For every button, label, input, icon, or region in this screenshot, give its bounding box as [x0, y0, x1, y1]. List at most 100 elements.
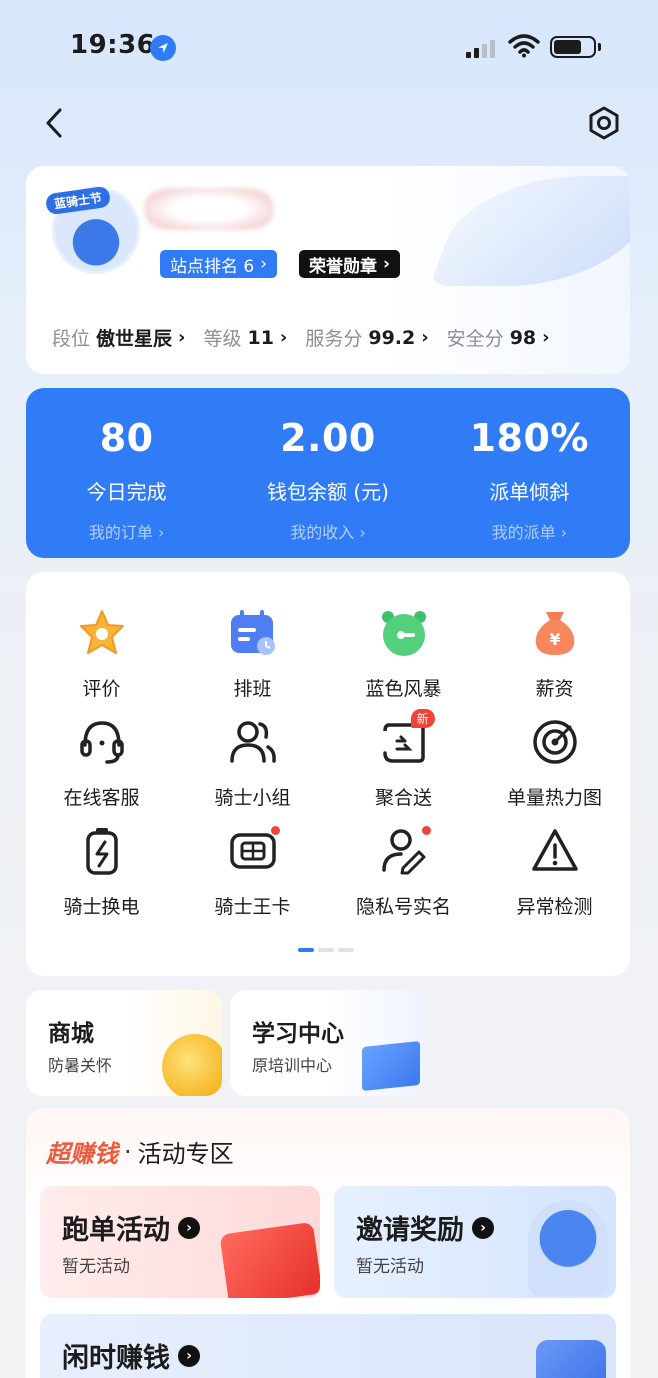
- grid-item-schedule[interactable]: 排班: [177, 608, 328, 717]
- settings-icon[interactable]: [586, 104, 622, 142]
- invite-reward-card[interactable]: 邀请奖励 › 暂无活动: [334, 1186, 616, 1298]
- summary-label: 派单倾斜: [489, 480, 570, 504]
- summary-value: 80: [99, 416, 154, 460]
- notification-dot: [270, 826, 280, 835]
- arrow-right-icon: ›: [178, 1216, 200, 1239]
- chevron-right-icon: ›: [421, 327, 429, 348]
- learning-center-card[interactable]: 学习中心 原培训中心: [230, 990, 426, 1096]
- battery-icon: [550, 36, 596, 58]
- station-rank-tag[interactable]: 站点排名 6 ›: [160, 250, 278, 278]
- battery-swap-icon: [77, 826, 127, 876]
- invite-title-row: 邀请奖励 ›: [356, 1208, 494, 1247]
- red-packet-icon: [219, 1221, 320, 1298]
- coin-icon: [162, 1034, 222, 1096]
- chevron-right-icon: ›: [542, 327, 550, 348]
- grid-label: 蓝色风暴: [365, 678, 442, 700]
- grid-item-aggregate-delivery[interactable]: 新 聚合送: [328, 709, 479, 826]
- user-verify-icon: [379, 826, 431, 876]
- back-icon[interactable]: [38, 104, 72, 142]
- grid-label: 骑士王卡: [214, 896, 291, 918]
- invite-title: 邀请奖励: [356, 1215, 464, 1246]
- honor-medal-tag[interactable]: 荣誉勋章 ›: [299, 250, 401, 278]
- activity-zone-card: 超赚钱 · 活动专区 跑单活动 › 暂无活动 邀请奖励 › 暂无活动 闲时赚钱 …: [26, 1108, 630, 1378]
- calendar-icon: [228, 608, 278, 658]
- grid-item-anomaly-detection[interactable]: 异常检测: [479, 826, 630, 935]
- summary-wallet[interactable]: 2.00 钱包余额 (元) 我的收入 ›: [227, 388, 428, 558]
- profile-card: 蓝骑士节 站点排名 6 › 荣誉勋章 › 段位 傲世星辰 › 等级 11 › 服…: [26, 166, 630, 374]
- summary-label: 钱包余额 (元): [267, 480, 389, 504]
- honor-medal-label: 荣誉勋章: [309, 256, 377, 277]
- grid-label: 异常检测: [516, 896, 593, 918]
- wifi-icon: [508, 34, 540, 62]
- new-badge: 新: [410, 709, 435, 728]
- grid-label: 薪资: [535, 678, 574, 700]
- headset-icon: [77, 717, 127, 767]
- stat-tier[interactable]: 段位 傲世星辰 ›: [52, 324, 185, 351]
- learning-subtitle: 原培训中心: [252, 1056, 333, 1075]
- mascot-icon: [528, 1200, 608, 1296]
- grid-item-privacy-realname[interactable]: 隐私号实名: [328, 826, 479, 935]
- stat-key: 服务分: [305, 328, 363, 350]
- star-icon: [77, 608, 127, 658]
- my-orders-link[interactable]: 我的订单 ›: [89, 519, 165, 543]
- idle-earn-card[interactable]: 闲时赚钱 ›: [40, 1314, 616, 1378]
- my-dispatch-link[interactable]: 我的派单 ›: [492, 519, 568, 543]
- run-activity-title: 跑单活动: [62, 1215, 170, 1246]
- sim-card-icon: [228, 826, 280, 876]
- chevron-right-icon: ›: [279, 327, 288, 348]
- function-grid-card: 评价 排班 蓝色风暴 ¥ 薪资 在线客服 骑士小组 新 聚合送 单量热力图 骑士…: [26, 572, 630, 976]
- grid-label: 隐私号实名: [355, 896, 451, 918]
- arrow-right-icon: ›: [178, 1344, 200, 1367]
- function-grid: 评价 排班 蓝色风暴 ¥ 薪资 在线客服 骑士小组 新 聚合送 单量热力图 骑士…: [26, 608, 630, 935]
- grid-item-battery-swap[interactable]: 骑士换电: [26, 826, 177, 935]
- grid-label: 评价: [82, 678, 121, 700]
- redacted-name: [144, 188, 274, 230]
- summary-value: 180%: [469, 416, 590, 460]
- mall-subtitle: 防暑关怀: [48, 1056, 113, 1075]
- my-income-link[interactable]: 我的收入 ›: [290, 519, 366, 543]
- stat-value: 傲世星辰: [96, 328, 173, 350]
- aggregate-delivery-icon: 新: [379, 709, 435, 767]
- idle-title-row: 闲时赚钱 ›: [62, 1336, 200, 1375]
- run-activity-card[interactable]: 跑单活动 › 暂无活动: [40, 1186, 320, 1298]
- notification-dot: [421, 826, 431, 835]
- chevron-right-icon: ›: [178, 327, 186, 348]
- mall-title: 商城: [48, 1021, 94, 1047]
- warning-icon: [530, 826, 580, 876]
- stat-value: 11: [247, 326, 274, 349]
- grid-item-rating[interactable]: 评价: [26, 608, 177, 717]
- run-activity-title-row: 跑单活动 ›: [62, 1208, 200, 1247]
- activity-zone-header: 超赚钱 · 活动专区: [46, 1134, 234, 1169]
- mall-card[interactable]: 商城 防暑关怀: [26, 990, 222, 1096]
- grid-label: 骑士小组: [214, 787, 291, 809]
- summary-today-orders[interactable]: 80 今日完成 我的订单 ›: [26, 388, 227, 558]
- zone-label: 活动专区: [137, 1140, 234, 1168]
- grid-item-online-service[interactable]: 在线客服: [26, 717, 177, 826]
- summary-card: 80 今日完成 我的订单 › 2.00 钱包余额 (元) 我的收入 › 180%…: [26, 388, 630, 558]
- invite-subtitle: 暂无活动: [356, 1257, 424, 1277]
- users-icon: [228, 717, 278, 767]
- grid-label: 排班: [233, 678, 272, 700]
- chevron-right-icon: ›: [383, 254, 391, 274]
- summary-dispatch[interactable]: 180% 派单倾斜 我的派单 ›: [429, 388, 630, 558]
- target-icon: [530, 717, 580, 767]
- stat-key: 段位: [52, 328, 91, 350]
- grid-item-rider-card[interactable]: 骑士王卡: [177, 826, 328, 935]
- stat-safety-score[interactable]: 安全分 98 ›: [447, 324, 550, 351]
- grid-item-rider-group[interactable]: 骑士小组: [177, 717, 328, 826]
- grid-label: 单量热力图: [506, 787, 602, 809]
- stat-level[interactable]: 等级 11 ›: [203, 324, 287, 351]
- station-rank-label: 站点排名 6: [170, 256, 255, 277]
- grid-label: 骑士换电: [63, 896, 140, 918]
- grid-item-salary[interactable]: ¥ 薪资: [479, 608, 630, 717]
- separator-dot: ·: [124, 1137, 132, 1166]
- svg-text:¥: ¥: [549, 630, 560, 649]
- grid-label: 聚合送: [374, 787, 432, 809]
- grid-item-blue-storm[interactable]: 蓝色风暴: [328, 608, 479, 717]
- book-icon: [362, 1040, 420, 1092]
- stat-service-score[interactable]: 服务分 99.2 ›: [305, 324, 428, 351]
- grid-item-heatmap[interactable]: 单量热力图: [479, 717, 630, 826]
- grid-label: 在线客服: [63, 787, 140, 809]
- status-time: 19:36: [70, 30, 156, 60]
- grid-pager[interactable]: [298, 948, 354, 952]
